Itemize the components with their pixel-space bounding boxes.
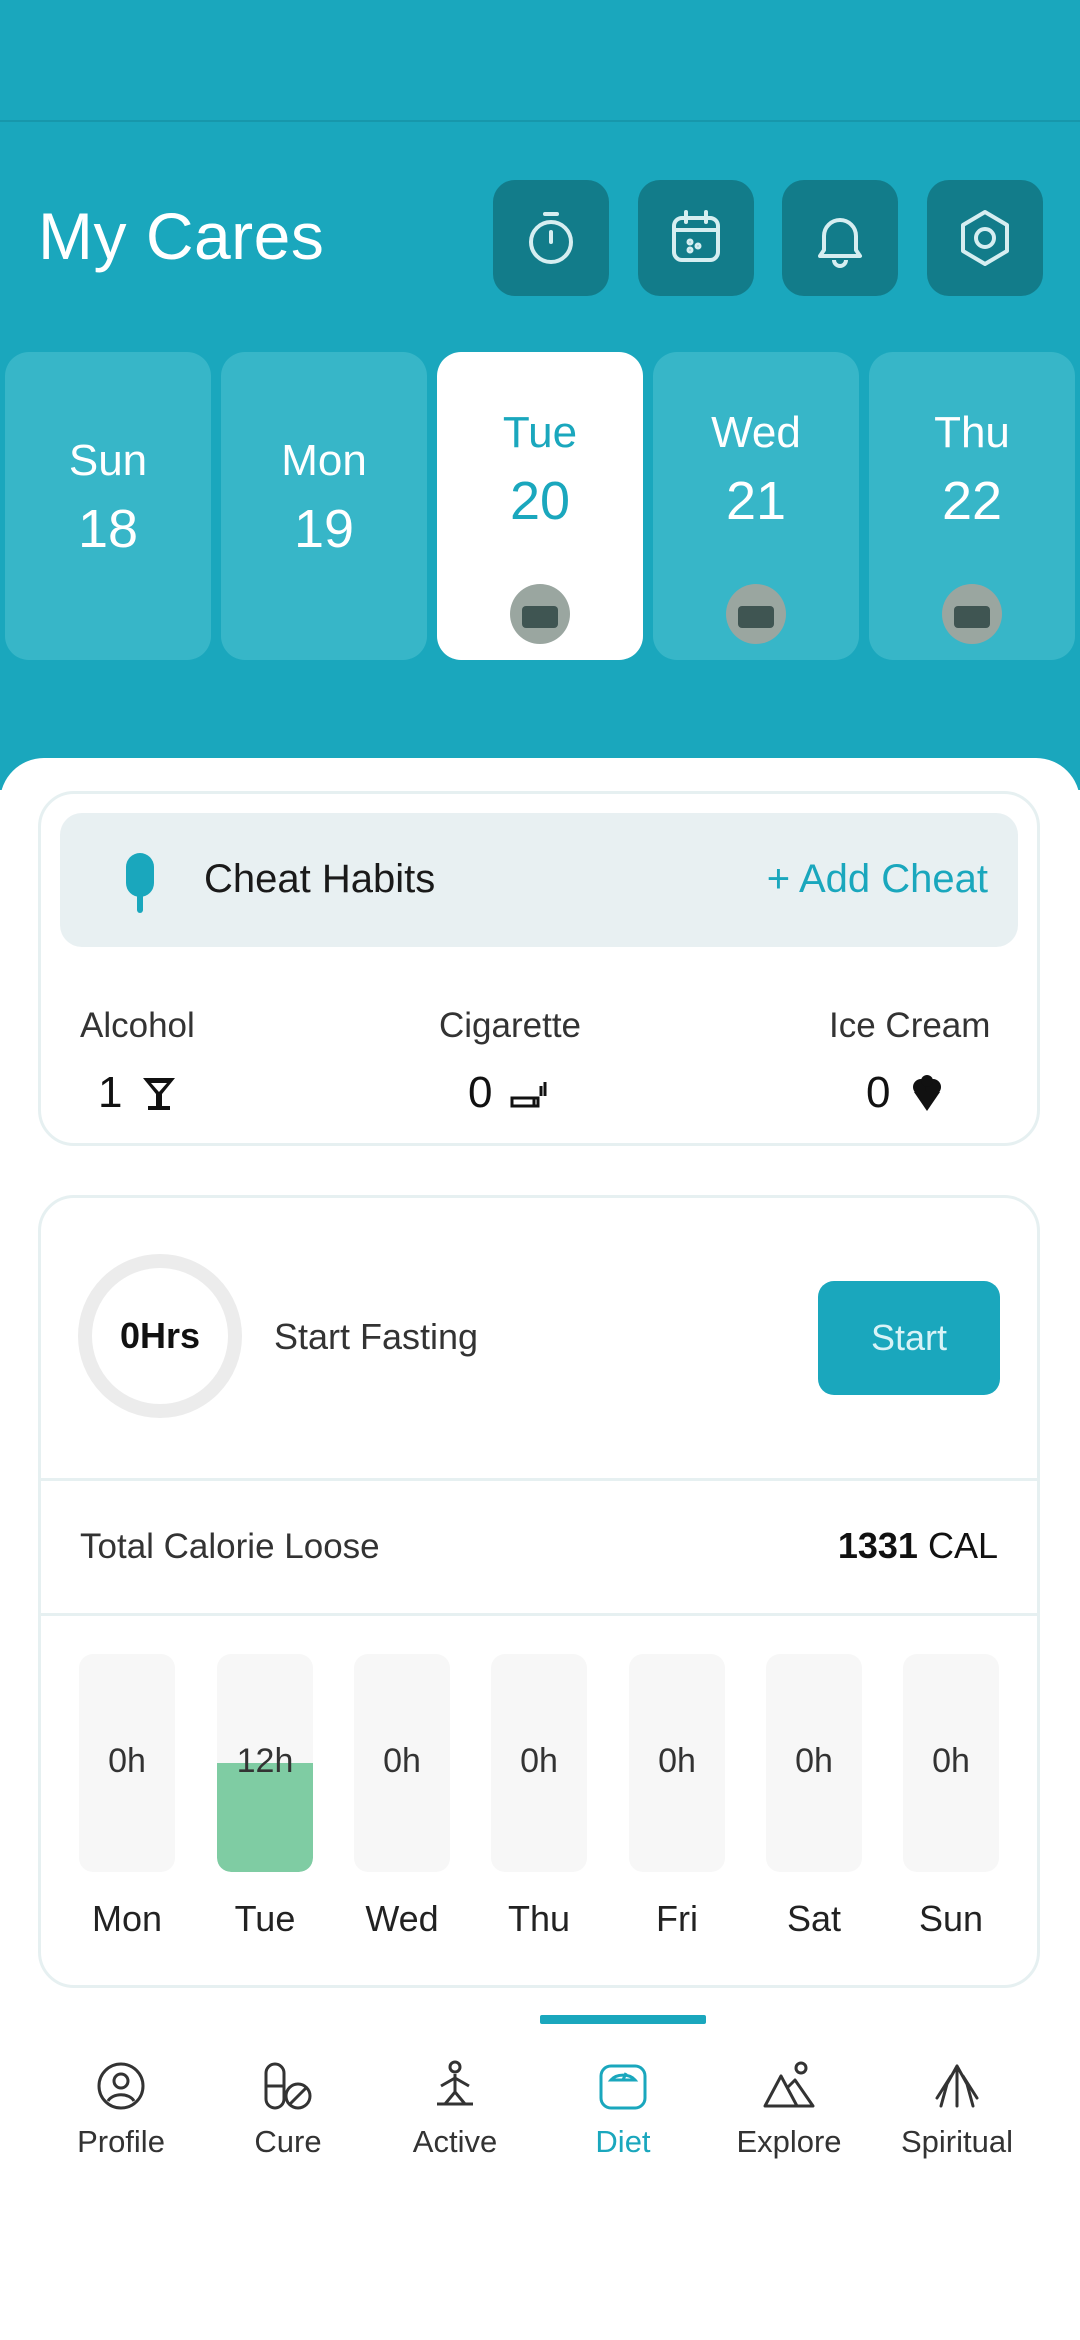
day-sun[interactable]: Sun 18 — [5, 352, 211, 660]
fasting-bar-hours: 0h — [520, 1742, 558, 1780]
cigarette-icon — [510, 1082, 547, 1108]
fasting-ring: 0Hrs — [78, 1254, 242, 1418]
fasting-bar-day: Wed — [365, 1898, 439, 1939]
day-thu[interactable]: Thu 22 — [869, 352, 1075, 660]
day-wed[interactable]: Wed 21 — [653, 352, 859, 660]
day-name: Tue — [502, 408, 578, 457]
fasting-bar-hours: 0h — [108, 1742, 146, 1780]
settings-icon — [961, 210, 1009, 266]
cure-icon — [264, 2062, 312, 2110]
avatar — [942, 584, 1002, 644]
nav-explore[interactable]: Explore — [705, 2058, 873, 2160]
profile-icon — [97, 2062, 145, 2110]
mountain-icon — [763, 2061, 815, 2108]
calorie-number: 1331 — [837, 1525, 918, 1566]
cigarette-count: 0 — [468, 1068, 493, 1117]
fasting-bar-sat: 0h — [766, 1654, 862, 1872]
add-cheat-button[interactable]: + Add Cheat — [767, 857, 988, 902]
nav-label: Diet — [595, 2124, 651, 2159]
fasting-bar-day: Fri — [656, 1898, 698, 1939]
alcohol-count-row[interactable]: 1 — [98, 1068, 178, 1118]
timer-icon — [529, 212, 573, 264]
nav-label: Spiritual — [901, 2124, 1013, 2159]
day-name: Mon — [281, 436, 367, 485]
day-number: 19 — [293, 499, 355, 559]
ice-cream-label: Ice Cream — [829, 1006, 991, 1045]
fasting-bar-fri: 0h — [629, 1654, 725, 1872]
fasting-bar-day: Sat — [786, 1898, 842, 1939]
fasting-bar-wed: 0h — [354, 1654, 450, 1872]
notifications-button[interactable] — [782, 180, 898, 296]
ice-cream-count: 0 — [866, 1068, 891, 1117]
day-number: 20 — [509, 471, 571, 531]
nav-spiritual[interactable]: Spiritual — [873, 2058, 1041, 2160]
calendar-button[interactable] — [638, 180, 754, 296]
day-tue[interactable]: Tue 20 — [437, 352, 643, 660]
fasting-bar-day: Thu — [507, 1898, 571, 1939]
day-name: Sun — [68, 436, 148, 485]
day-name: Wed — [711, 408, 801, 457]
alcohol-count: 1 — [98, 1068, 123, 1117]
fasting-bar-mon: 0h — [79, 1654, 175, 1872]
fasting-bar-day: Sun — [918, 1898, 984, 1939]
nav-active-indicator — [540, 2015, 706, 2024]
avatar — [510, 584, 570, 644]
prayer-hands-icon — [935, 2064, 979, 2108]
day-name: Thu — [934, 408, 1010, 457]
timer-button[interactable] — [493, 180, 609, 296]
page-title: My Cares — [38, 199, 325, 273]
ice-cream-icon — [913, 1075, 942, 1111]
yoga-icon — [437, 2060, 473, 2106]
settings-button[interactable] — [927, 180, 1043, 296]
nav-label: Cure — [254, 2124, 322, 2159]
status-bar — [0, 0, 1080, 122]
fasting-bar-hours: 0h — [795, 1742, 833, 1780]
cigarette-label: Cigarette — [439, 1006, 582, 1045]
fasting-bar-hours: 12h — [236, 1742, 294, 1780]
cheat-habits-header: Cheat Habits + Add Cheat — [60, 813, 1018, 947]
nav-label: Profile — [77, 2124, 165, 2159]
alcohol-label: Alcohol — [80, 1006, 195, 1045]
day-number: 21 — [725, 471, 787, 531]
start-fasting-label: Start Fasting — [274, 1316, 479, 1357]
nav-profile[interactable]: Profile — [37, 2058, 205, 2160]
divider — [41, 1478, 1037, 1481]
calorie-value: 1331 CAL — [838, 1525, 998, 1567]
fasting-bar-thu: 0h — [491, 1654, 587, 1872]
nav-active[interactable]: Active — [371, 2058, 539, 2160]
calorie-unit: CAL — [927, 1525, 998, 1566]
nav-label: Explore — [736, 2124, 842, 2159]
divider — [41, 1613, 1037, 1616]
popsicle-icon — [126, 853, 154, 913]
scale-icon — [599, 2064, 647, 2110]
day-number: 18 — [77, 499, 139, 559]
fasting-bar-day: Tue — [234, 1898, 296, 1939]
fasting-bar-hours: 0h — [658, 1742, 696, 1780]
nav-label: Active — [412, 2124, 498, 2159]
avatar — [726, 584, 786, 644]
start-fasting-button[interactable]: Start — [818, 1281, 1000, 1395]
nav-diet[interactable]: Diet — [539, 2058, 707, 2160]
cigarette-count-row[interactable]: 0 — [468, 1068, 548, 1118]
fasting-bar-hours: 0h — [383, 1742, 421, 1780]
cheat-habits-title: Cheat Habits — [204, 857, 436, 901]
fasting-bar-hours: 0h — [932, 1742, 970, 1780]
ice-cream-count-row[interactable]: 0 — [866, 1068, 946, 1118]
bell-icon — [818, 218, 862, 268]
cocktail-icon — [143, 1078, 176, 1110]
fasting-bar-sun: 0h — [903, 1654, 999, 1872]
calendar-icon — [672, 210, 720, 262]
fasting-bar-day: Mon — [91, 1898, 163, 1939]
calorie-label: Total Calorie Loose — [80, 1527, 380, 1566]
fasting-bar-tue: 12h — [217, 1654, 313, 1872]
nav-cure[interactable]: Cure — [204, 2058, 372, 2160]
day-mon[interactable]: Mon 19 — [221, 352, 427, 660]
day-number: 22 — [941, 471, 1003, 531]
